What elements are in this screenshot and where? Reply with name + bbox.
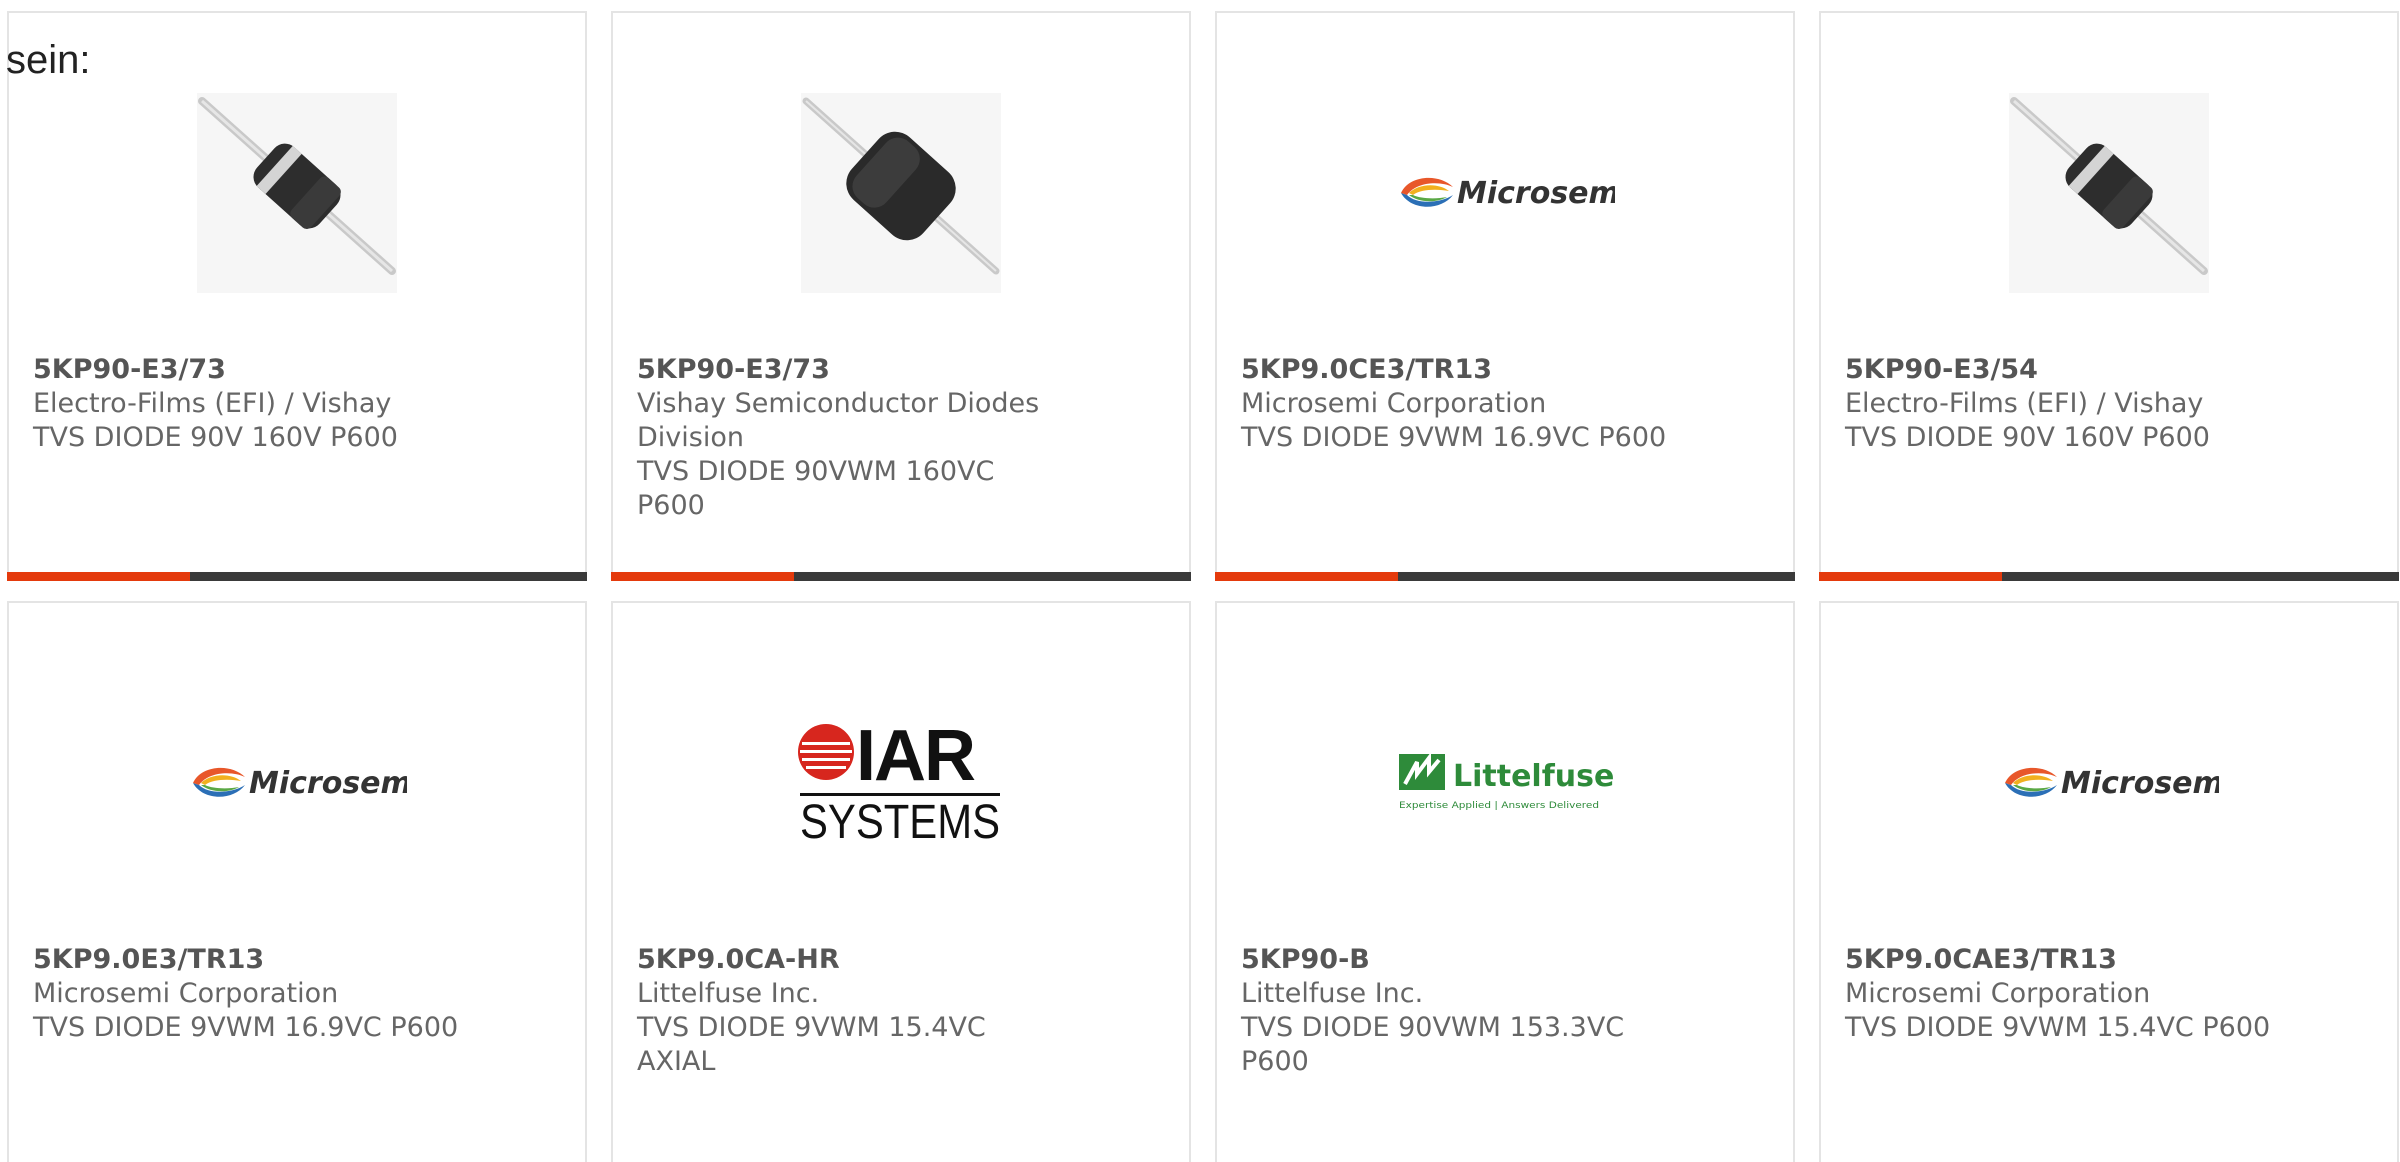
description: TVS DIODE 9VWM 15.4VC AXIAL <box>637 1012 986 1077</box>
part-number[interactable]: 5KP9.0CA-HR <box>637 943 1067 977</box>
product-image[interactable] <box>9 73 585 313</box>
product-card[interactable]: IAR SYSTEMS 5KP9.0CA-HR Littelfuse Inc. … <box>611 601 1191 1162</box>
logo-text: IAR <box>856 718 975 796</box>
card-accent <box>1215 572 1398 581</box>
manufacturer: Microsemi Corporation <box>33 978 339 1009</box>
description: TVS DIODE 90V 160V P600 <box>1845 422 2210 453</box>
product-image[interactable] <box>1821 73 2397 313</box>
card-bottom-bar <box>611 572 1191 581</box>
part-number[interactable]: 5KP9.0E3/TR13 <box>33 943 463 977</box>
logo-text: Littelfuse <box>1453 759 1614 794</box>
microsemi-logo: Microsemi <box>1401 176 1615 211</box>
iar-systems-logo: IAR SYSTEMS <box>798 718 1000 848</box>
card-accent <box>611 572 794 581</box>
product-image[interactable] <box>613 73 1189 313</box>
description: TVS DIODE 9VWM 16.9VC P600 <box>1241 422 1667 453</box>
manufacturer: Electro-Films (EFI) / Vishay <box>1845 388 2204 419</box>
manufacturer: Vishay Semiconductor Diodes Division <box>637 388 1040 453</box>
description: TVS DIODE 9VWM 15.4VC P600 <box>1845 1012 2271 1043</box>
description: TVS DIODE 90V 160V P600 <box>33 422 398 453</box>
diode-thin-icon <box>197 93 397 293</box>
page: sein: 5KP90-E3/73 Electro-Films (EFI) / … <box>0 0 2400 1162</box>
part-number[interactable]: 5KP9.0CE3/TR13 <box>1241 353 1671 387</box>
description: TVS DIODE 9VWM 16.9VC P600 <box>33 1012 459 1043</box>
product-info: 5KP9.0CA-HR Littelfuse Inc. TVS DIODE 9V… <box>637 943 1067 1079</box>
intro-text: sein: <box>6 38 91 82</box>
card-bottom-bar <box>1819 572 2399 581</box>
card-accent <box>1819 572 2002 581</box>
microsemi-logo: Microsemi <box>2005 766 2219 801</box>
description: TVS DIODE 90VWM 160VC P600 <box>637 456 995 521</box>
product-info: 5KP9.0CAE3/TR13 Microsemi Corporation TV… <box>1845 943 2275 1045</box>
manufacturer: Microsemi Corporation <box>1845 978 2151 1009</box>
logo-text: Microsemi <box>2061 766 2219 801</box>
product-card[interactable]: Microsemi 5KP9.0E3/TR13 Microsemi Corpor… <box>7 601 587 1162</box>
card-accent <box>7 572 190 581</box>
description: TVS DIODE 90VWM 153.3VC P600 <box>1241 1012 1625 1077</box>
product-image[interactable]: Microsemi <box>1217 73 1793 313</box>
product-info: 5KP90-E3/73 Vishay Semiconductor Diodes … <box>637 353 1067 523</box>
diode-thin-icon <box>2009 93 2209 293</box>
product-image[interactable]: IAR SYSTEMS <box>613 663 1189 903</box>
logo-tagline: Expertise Applied | Answers Delivered <box>1399 801 1599 811</box>
card-bottom-bar <box>7 572 587 581</box>
part-number[interactable]: 5KP90-B <box>1241 943 1671 977</box>
part-number[interactable]: 5KP9.0CAE3/TR13 <box>1845 943 2275 977</box>
product-info: 5KP9.0CE3/TR13 Microsemi Corporation TVS… <box>1241 353 1671 455</box>
part-number[interactable]: 5KP90-E3/73 <box>637 353 1067 387</box>
littelfuse-logo: Littelfuse Expertise Applied | Answers D… <box>1399 752 1614 811</box>
product-card[interactable]: Littelfuse Expertise Applied | Answers D… <box>1215 601 1795 1162</box>
microsemi-logo: Microsemi <box>193 766 407 801</box>
product-card[interactable]: 5KP90-E3/73 Electro-Films (EFI) / Vishay… <box>7 11 587 581</box>
logo-subtext: SYSTEMS <box>800 796 1000 848</box>
product-card[interactable]: 5KP90-E3/54 Electro-Films (EFI) / Vishay… <box>1819 11 2399 581</box>
part-number[interactable]: 5KP90-E3/73 <box>33 353 463 387</box>
product-info: 5KP9.0E3/TR13 Microsemi Corporation TVS … <box>33 943 463 1045</box>
product-info: 5KP90-E3/73 Electro-Films (EFI) / Vishay… <box>33 353 463 455</box>
diode-large-icon <box>801 93 1001 293</box>
logo-text: Microsemi <box>1457 176 1615 211</box>
manufacturer: Littelfuse Inc. <box>637 978 820 1009</box>
product-image[interactable]: Microsemi <box>1821 663 2397 903</box>
card-bottom-bar <box>1215 572 1795 581</box>
product-info: 5KP90-B Littelfuse Inc. TVS DIODE 90VWM … <box>1241 943 1671 1079</box>
product-info: 5KP90-E3/54 Electro-Films (EFI) / Vishay… <box>1845 353 2275 455</box>
product-card[interactable]: Microsemi 5KP9.0CE3/TR13 Microsemi Corpo… <box>1215 11 1795 581</box>
manufacturer: Electro-Films (EFI) / Vishay <box>33 388 392 419</box>
product-card[interactable]: 5KP90-E3/73 Vishay Semiconductor Diodes … <box>611 11 1191 581</box>
logo-text: Microsemi <box>249 766 407 801</box>
manufacturer: Littelfuse Inc. <box>1241 978 1424 1009</box>
product-card[interactable]: Microsemi 5KP9.0CAE3/TR13 Microsemi Corp… <box>1819 601 2399 1162</box>
product-image[interactable]: Littelfuse Expertise Applied | Answers D… <box>1217 663 1793 903</box>
part-number[interactable]: 5KP90-E3/54 <box>1845 353 2275 387</box>
manufacturer: Microsemi Corporation <box>1241 388 1547 419</box>
product-image[interactable]: Microsemi <box>9 663 585 903</box>
